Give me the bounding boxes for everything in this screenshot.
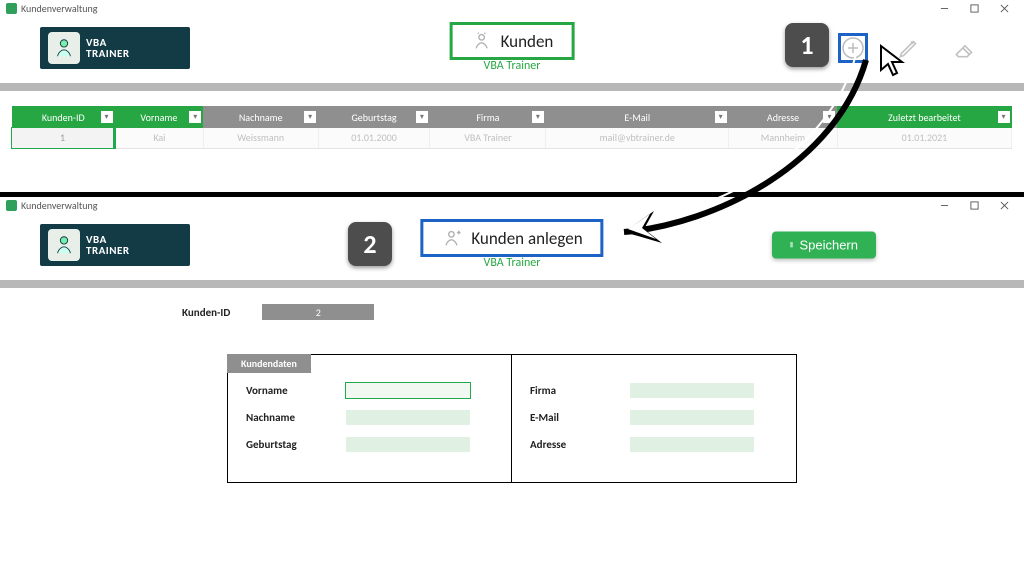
logo-text-line2: TRAINER	[86, 245, 130, 256]
form-row: Nachname	[246, 410, 493, 425]
filter-dropdown-icon[interactable]: ▾	[304, 111, 316, 123]
field-label: Nachname	[246, 411, 322, 424]
cell-vorname[interactable]: Kai	[115, 128, 204, 148]
person-icon	[471, 30, 493, 52]
filter-dropdown-icon[interactable]: ▾	[101, 111, 113, 123]
view-title: Kunden	[501, 31, 554, 52]
column-header-vorname[interactable]: Vorname▾	[115, 106, 204, 128]
form-row: Firma	[530, 383, 778, 398]
customer-id-label: Kunden-ID	[182, 306, 230, 319]
field-input-firma[interactable]	[630, 383, 754, 398]
logo-mark-icon	[48, 229, 80, 261]
customer-id-value: 2	[262, 304, 374, 320]
field-label: Firma	[530, 384, 606, 397]
filter-dropdown-icon[interactable]: ▾	[998, 111, 1010, 123]
customer-id-row: Kunden-ID 2	[182, 304, 1024, 320]
logo-mark-icon	[48, 32, 80, 64]
column-header-nachname[interactable]: Nachname▾	[203, 106, 318, 128]
column-header-geb[interactable]: Geburtstag▾	[318, 106, 430, 128]
tutorial-step-1-badge: 1	[785, 23, 829, 67]
window-minimize-button[interactable]	[930, 198, 958, 212]
cursor-pointer-icon	[878, 44, 906, 82]
excel-app-icon	[6, 3, 17, 14]
logo-text-line2: TRAINER	[86, 48, 130, 59]
form-row: Vorname	[246, 383, 493, 398]
field-input-adresse[interactable]	[630, 437, 754, 452]
tutorial-arrow	[566, 54, 886, 244]
window-close-button[interactable]	[990, 198, 1018, 212]
form-row: E-Mail	[530, 410, 778, 425]
logo-text-line1: VBA	[86, 234, 130, 245]
cell-firma[interactable]: VBA Trainer	[430, 128, 546, 148]
field-input-nachname[interactable]	[346, 410, 470, 425]
cell-nachname[interactable]: Weissmann	[203, 128, 318, 148]
excel-app-icon	[6, 200, 17, 211]
separator-strip	[0, 280, 1024, 288]
field-label: Geburtstag	[246, 438, 322, 451]
vba-trainer-logo: VBA TRAINER	[40, 224, 190, 266]
tutorial-step-2-badge: 2	[348, 222, 392, 266]
cell-geb[interactable]: 01.01.2000	[318, 128, 430, 148]
person-add-icon	[441, 227, 463, 249]
window-close-button[interactable]	[990, 1, 1018, 15]
field-input-vorname[interactable]	[346, 383, 470, 398]
filter-dropdown-icon[interactable]: ▾	[189, 111, 201, 123]
column-header-id[interactable]: Kunden-ID▾	[12, 106, 115, 128]
view-title-box: Kunden	[450, 22, 575, 60]
window-maximize-button[interactable]	[960, 1, 988, 15]
window-title: Kundenverwaltung	[21, 2, 97, 15]
vba-trainer-logo: VBA TRAINER	[40, 27, 190, 69]
cell-id[interactable]: 1	[12, 128, 115, 148]
brand-subtitle: VBA Trainer	[484, 59, 541, 73]
form-row: Geburtstag	[246, 437, 493, 452]
field-input-geburtstag[interactable]	[346, 437, 470, 452]
logo-text-line1: VBA	[86, 37, 130, 48]
form-row: Adresse	[530, 437, 778, 452]
bottom-pane-create-view: Kundenverwaltung VBA TRAINER Kunden anle…	[0, 197, 1024, 565]
window-maximize-button[interactable]	[960, 198, 988, 212]
field-input-e-mail[interactable]	[630, 410, 754, 425]
customer-data-panel: Kundendaten Vorname Nachname Geburtstag Fi…	[227, 354, 797, 483]
column-header-firma[interactable]: Firma▾	[430, 106, 546, 128]
delete-customer-button[interactable]	[950, 33, 980, 63]
brand-subtitle: VBA Trainer	[484, 256, 541, 270]
field-label: Adresse	[530, 438, 606, 451]
field-label: Vorname	[246, 384, 322, 397]
window-title: Kundenverwaltung	[21, 199, 97, 212]
window-minimize-button[interactable]	[930, 1, 958, 15]
field-label: E-Mail	[530, 411, 606, 424]
window-titlebar: Kundenverwaltung	[0, 0, 1024, 16]
filter-dropdown-icon[interactable]: ▾	[416, 111, 428, 123]
filter-dropdown-icon[interactable]: ▾	[532, 111, 544, 123]
panel-tab-label: Kundendaten	[227, 354, 311, 373]
